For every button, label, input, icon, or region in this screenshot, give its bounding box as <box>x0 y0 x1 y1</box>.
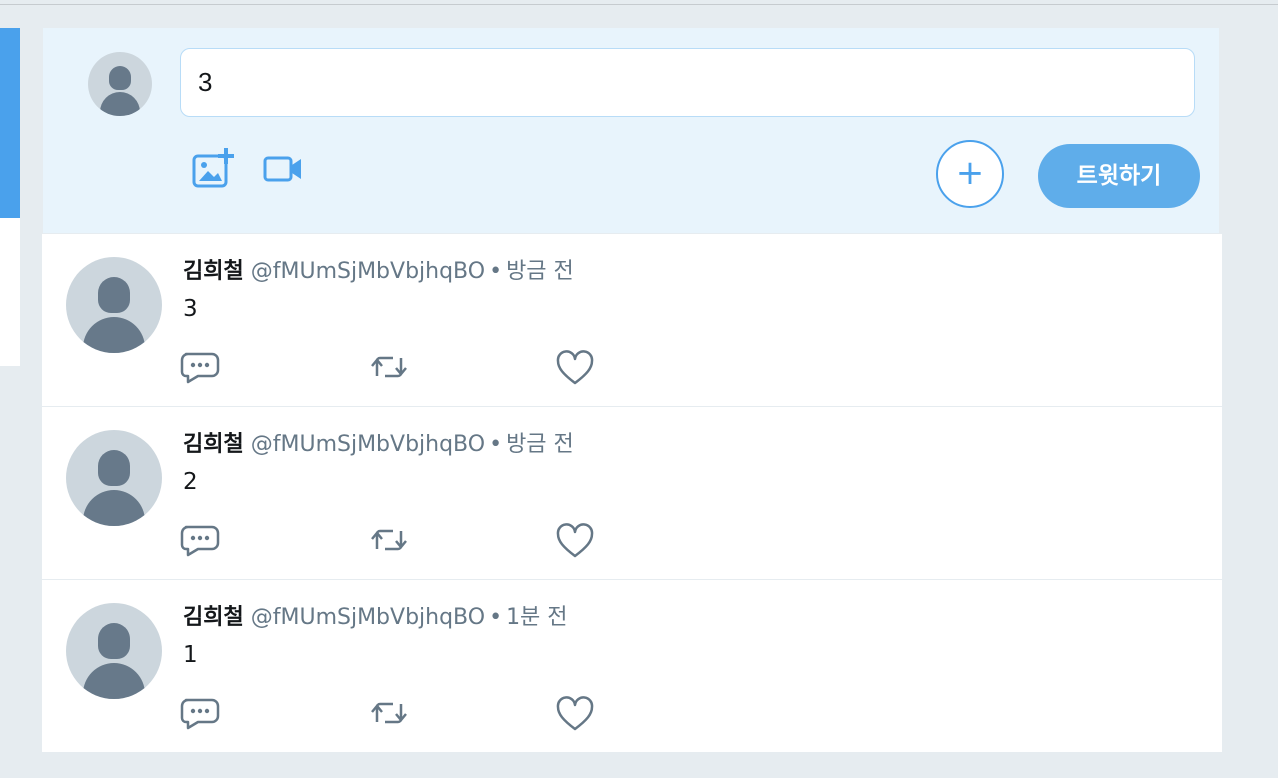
reply-icon[interactable] <box>180 523 220 557</box>
tweet-composer: + 트윗하기 <box>43 28 1219 233</box>
reply-icon[interactable] <box>180 696 220 730</box>
tweet-item: 김희철 @fMUmSjMbVbjhqBO • 1분 전 1 <box>42 579 1222 752</box>
meta-separator: • <box>489 605 503 630</box>
retweet-icon[interactable] <box>369 350 409 384</box>
tweet-avatar[interactable] <box>66 430 162 526</box>
meta-separator: • <box>489 432 503 457</box>
heart-icon[interactable] <box>555 350 595 386</box>
tweet-avatar[interactable] <box>66 257 162 353</box>
avatar-head <box>98 450 130 486</box>
tweet-feed: 김희철 @fMUmSjMbVbjhqBO • 방금 전 3 김희철 @fMUmSjMbV… <box>42 233 1222 753</box>
right-gutter <box>1222 5 1278 778</box>
tweet-author-handle[interactable]: @fMUmSjMbVbjhqBO <box>251 605 485 630</box>
top-divider <box>0 0 1278 5</box>
avatar-body <box>83 317 145 353</box>
avatar-body <box>83 663 145 699</box>
avatar-body <box>83 490 145 526</box>
tweet-text: 1 <box>183 642 198 668</box>
avatar-head <box>109 66 131 90</box>
add-thread-button[interactable]: + <box>936 140 1004 208</box>
tweet-text: 2 <box>183 469 198 495</box>
avatar-head <box>98 623 130 659</box>
reply-icon[interactable] <box>180 350 220 384</box>
tweet-meta: 김희철 @fMUmSjMbVbjhqBO • 방금 전 <box>183 430 574 460</box>
tweet-submit-button[interactable]: 트윗하기 <box>1038 144 1200 208</box>
avatar-head <box>98 277 130 313</box>
photo-add-icon[interactable] <box>191 146 237 190</box>
tweet-author-name[interactable]: 김희철 <box>183 605 244 630</box>
tweet-meta: 김희철 @fMUmSjMbVbjhqBO • 방금 전 <box>183 257 574 287</box>
tweet-timestamp: 방금 전 <box>506 432 574 457</box>
tweet-meta: 김희철 @fMUmSjMbVbjhqBO • 1분 전 <box>183 603 568 633</box>
tweet-text: 3 <box>183 296 198 322</box>
tweet-item: 김희철 @fMUmSjMbVbjhqBO • 방금 전 3 <box>42 233 1222 406</box>
tweet-author-handle[interactable]: @fMUmSjMbVbjhqBO <box>251 259 485 284</box>
meta-separator: • <box>489 259 503 284</box>
tweet-avatar[interactable] <box>66 603 162 699</box>
tweet-author-name[interactable]: 김희철 <box>183 432 244 457</box>
retweet-icon[interactable] <box>369 523 409 557</box>
left-sidebar-accent <box>0 28 20 218</box>
avatar-body <box>100 92 140 116</box>
tweet-author-name[interactable]: 김희철 <box>183 259 244 284</box>
composer-avatar <box>88 52 152 116</box>
tweet-author-handle[interactable]: @fMUmSjMbVbjhqBO <box>251 432 485 457</box>
heart-icon[interactable] <box>555 696 595 732</box>
video-icon[interactable] <box>263 154 303 184</box>
left-sidebar-panel <box>0 28 20 366</box>
tweet-item: 김희철 @fMUmSjMbVbjhqBO • 방금 전 2 <box>42 406 1222 579</box>
tweet-timestamp: 방금 전 <box>506 259 574 284</box>
tweet-timestamp: 1분 전 <box>506 605 568 630</box>
retweet-icon[interactable] <box>369 696 409 730</box>
heart-icon[interactable] <box>555 523 595 559</box>
tweet-input[interactable] <box>180 48 1195 117</box>
